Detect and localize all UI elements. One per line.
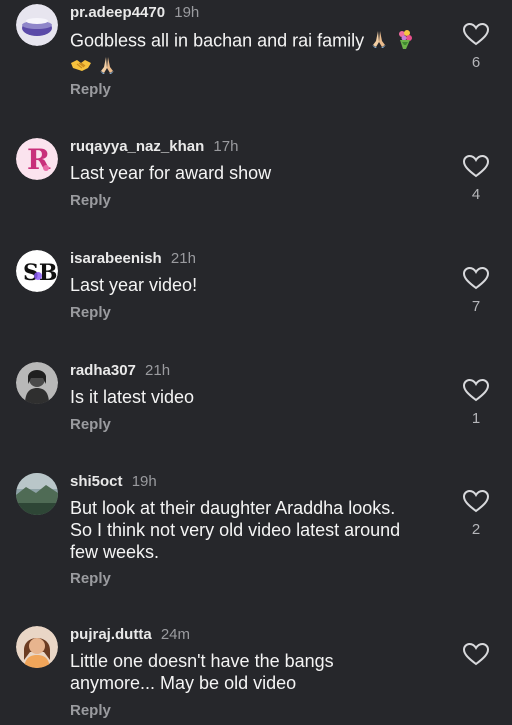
- comment-text-line: few weeks.: [70, 542, 160, 562]
- comment-meta: ruqayya_naz_khan 17h: [70, 136, 238, 158]
- handshake-icon: [70, 55, 92, 80]
- comment-text-line: Little one doesn't have the bangs: [70, 651, 334, 671]
- timestamp: 19h: [131, 473, 157, 490]
- comment-text: Is it latest video: [70, 387, 195, 407]
- comment-meta: pr.adeep4470 19h: [70, 2, 199, 24]
- heart-outline-icon[interactable]: [462, 489, 490, 513]
- monogram-avatar-icon[interactable]: SB: [16, 250, 58, 292]
- username[interactable]: ruqayya_naz_khan: [70, 138, 204, 155]
- heart-outline-icon[interactable]: [462, 154, 490, 178]
- username[interactable]: radha307: [70, 362, 136, 379]
- heart-outline-icon[interactable]: [462, 266, 490, 290]
- like-count: 6: [471, 54, 481, 71]
- username[interactable]: pujraj.dutta: [70, 626, 152, 643]
- reply-button[interactable]: Reply: [70, 569, 111, 589]
- timestamp: 19h: [174, 4, 200, 21]
- reply-button[interactable]: Reply: [70, 303, 111, 323]
- comment-text-line: Godbless all in bachan and rai family: [70, 30, 365, 51]
- letter-r-avatar-icon[interactable]: R: [16, 138, 58, 180]
- timestamp: 17h: [213, 138, 239, 155]
- comment-meta: radha307 21h: [70, 360, 170, 382]
- username[interactable]: pr.adeep4470: [70, 4, 165, 21]
- comment-text-line: So I think not very old video latest aro…: [70, 520, 401, 540]
- portrait-avatar-icon[interactable]: [16, 362, 58, 404]
- comment-text: Little one doesn't have the bangs anymor…: [70, 650, 448, 694]
- comment-meta: isarabeenish 21h: [70, 248, 196, 270]
- timestamp: 21h: [170, 250, 196, 267]
- portrait-avatar-icon[interactable]: [16, 626, 58, 668]
- comment-text-line: anymore... May be old video: [70, 673, 297, 693]
- avatar-letter: R: [27, 143, 51, 176]
- heart-outline-icon[interactable]: [462, 642, 490, 666]
- reply-button[interactable]: Reply: [70, 80, 111, 100]
- like-count: 1: [471, 410, 481, 427]
- comment-text: Last year video!: [70, 275, 198, 295]
- comment-meta: shi5oct 19h: [70, 471, 157, 493]
- username[interactable]: isarabeenish: [70, 250, 162, 267]
- praying-hands-icon: [369, 29, 389, 54]
- like-count: 4: [471, 186, 481, 203]
- globe-avatar-icon[interactable]: [16, 4, 58, 46]
- comment-text: Last year for award show: [70, 163, 272, 183]
- comment-text: But look at their daughter Araddha looks…: [70, 497, 448, 563]
- reply-button[interactable]: Reply: [70, 191, 111, 211]
- username[interactable]: shi5oct: [70, 473, 123, 490]
- comment-text-line: But look at their daughter Araddha looks…: [70, 498, 396, 518]
- bouquet-icon: [394, 28, 416, 55]
- heart-outline-icon[interactable]: [462, 378, 490, 402]
- comment-text: Godbless all in bachan and rai family: [70, 28, 448, 80]
- reply-button[interactable]: Reply: [70, 415, 111, 435]
- timestamp: 21h: [145, 362, 171, 379]
- timestamp: 24m: [160, 626, 191, 643]
- heart-outline-icon[interactable]: [462, 22, 490, 46]
- comment-list: pr.adeep4470 19h Godbless all in bachan …: [0, 0, 512, 725]
- like-count: 2: [471, 521, 481, 538]
- landscape-avatar-icon[interactable]: [16, 473, 58, 515]
- comment-meta: pujraj.dutta 24m: [70, 624, 190, 646]
- reply-button[interactable]: Reply: [70, 701, 111, 721]
- like-count: 7: [471, 298, 481, 315]
- praying-hands-icon: [97, 55, 117, 80]
